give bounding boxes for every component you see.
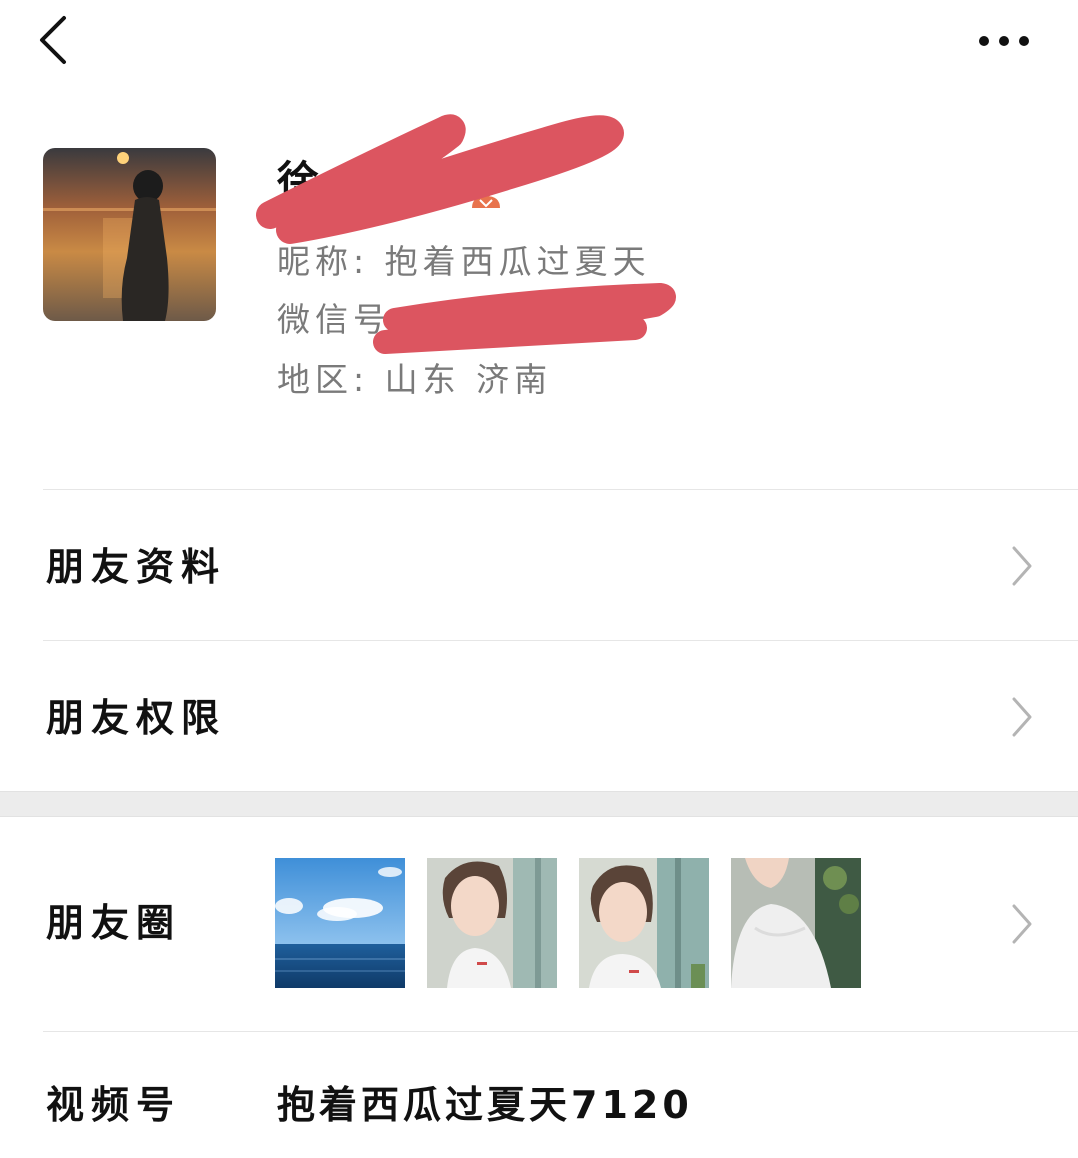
moment-thumbnail[interactable]	[275, 858, 405, 988]
female-icon	[472, 183, 500, 208]
section-gap	[0, 791, 1078, 817]
display-name: 徐	[277, 157, 322, 206]
nickname-line: 昵称: 抱着西瓜过夏天	[277, 240, 651, 284]
more-dots-icon	[979, 36, 1029, 46]
moment-thumbnail[interactable]	[731, 858, 861, 988]
chevron-right-icon	[1012, 904, 1032, 944]
region-label: 地区:	[277, 360, 385, 399]
moment-thumbnail[interactable]	[427, 858, 557, 988]
nickname-label: 昵称:	[277, 242, 385, 281]
channels-value: 抱着西瓜过夏天7120	[277, 1083, 693, 1127]
chevron-right-icon	[1012, 697, 1032, 737]
friend-info-label: 朋友资料	[46, 545, 227, 589]
friend-permissions-label: 朋友权限	[46, 696, 227, 740]
wechat-id-line: 微信号	[277, 298, 391, 342]
back-button[interactable]	[30, 14, 80, 68]
avatar[interactable]	[43, 148, 216, 321]
channels-label: 视频号	[46, 1083, 182, 1127]
nickname-value: 抱着西瓜过夏天	[384, 242, 651, 281]
chevron-right-icon	[1012, 546, 1032, 586]
redaction-mark	[373, 283, 676, 354]
moments-label: 朋友圈	[46, 901, 182, 945]
more-options-button[interactable]	[972, 24, 1036, 58]
moment-thumbnail[interactable]	[579, 858, 709, 988]
region-value: 山东 济南	[384, 360, 553, 399]
chevron-left-icon	[40, 16, 66, 64]
region-line: 地区: 山东 济南	[277, 358, 552, 402]
wechat-id-label: 微信号	[277, 300, 391, 339]
